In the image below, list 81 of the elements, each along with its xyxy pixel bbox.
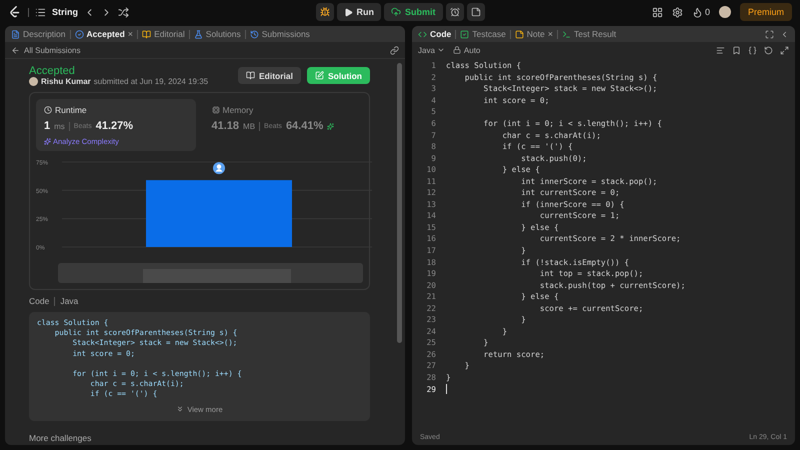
terminal-icon [562,30,572,38]
note-icon [514,30,524,38]
bookmark-icon[interactable] [732,46,741,54]
debug-button[interactable] [316,3,334,21]
close-tab-button[interactable]: × [128,29,134,39]
expand-icon[interactable] [780,46,789,54]
close-tab-button[interactable]: × [548,29,554,39]
all-submissions-link[interactable]: All Submissions [24,46,80,54]
alarm-clock-icon [450,7,460,17]
list-icon[interactable] [35,6,46,18]
beats-value: 41.27% [96,120,134,132]
code-icon [418,30,427,38]
submit-button[interactable]: Submit [384,3,442,21]
mode-label[interactable]: Auto [464,46,480,54]
premium-button[interactable]: Premium [740,3,792,21]
reset-icon[interactable] [764,46,773,54]
tab[interactable]: Solutions [194,29,241,39]
link-icon[interactable] [390,46,399,54]
streak-count: 0 [704,7,710,17]
run-button[interactable]: Run [336,3,381,21]
stat-value: 41.18 [212,120,240,132]
note-icon [470,7,480,17]
document-icon [11,30,20,38]
beats-value: 64.41% [286,120,324,132]
clock-icon [44,106,52,114]
lock-icon [452,46,461,54]
check-circle-icon [74,30,84,38]
history-icon [250,30,259,38]
pen-square-icon [315,71,324,80]
author-name[interactable]: Rishu Kumar [41,77,91,86]
tab[interactable]: Accepted × [74,29,134,39]
code-label: Code [29,296,50,306]
format-icon[interactable] [716,46,725,54]
fullscreen-icon[interactable] [765,30,774,38]
double-chevron-icon [176,405,184,414]
status-label: Accepted [29,65,76,77]
sparkle-icon [44,138,51,145]
braces-icon[interactable] [748,46,757,54]
submitted-time: submitted at Jun 19, 2024 19:35 [94,77,208,86]
bug-icon [320,7,330,17]
tab[interactable]: Test Result [562,29,616,39]
grid-icon[interactable] [652,6,663,18]
sparkle-icon [327,122,334,130]
language-label: Java [60,296,78,306]
stat-unit: MB [243,122,256,130]
flame-icon[interactable] [692,6,703,18]
stat-value: 1 [44,120,50,132]
checkbox-icon [460,30,470,38]
logo-icon[interactable] [8,5,22,19]
tab[interactable]: Note × [514,29,554,39]
tab[interactable]: Description [11,29,66,39]
editorial-button[interactable]: Editorial [238,67,301,84]
tab[interactable]: Code [418,29,452,39]
scrollbar-thumb[interactable] [397,63,402,343]
settings-icon[interactable] [672,6,683,18]
problem-list-title[interactable]: String [52,7,78,17]
stat-unit: ms [54,122,65,130]
section-heading: More challenges [29,432,92,443]
author-avatar [29,77,38,86]
back-arrow-icon[interactable] [11,46,20,54]
book-icon [142,30,152,38]
tab[interactable]: Testcase [460,29,506,39]
alarm-button[interactable] [446,3,464,21]
book-icon [246,71,255,80]
solution-button[interactable]: Solution [307,67,370,84]
collapse-icon[interactable] [780,30,789,38]
tab[interactable]: Submissions [250,29,310,39]
play-icon [344,8,352,16]
text-cursor [446,384,447,394]
chip-icon [212,106,220,114]
user-avatar[interactable] [718,6,731,18]
tab[interactable]: Editorial [142,29,185,39]
language-select[interactable]: Java [418,46,435,54]
stat-label: Runtime [55,105,87,115]
user-avatar-icon [213,162,225,174]
note-button[interactable] [466,3,484,21]
stat-label: Memory [222,105,254,115]
flask-icon [194,30,203,38]
shuffle-icon[interactable] [118,6,129,18]
chevron-down-icon[interactable] [436,46,445,54]
cloud-upload-icon [391,7,401,17]
